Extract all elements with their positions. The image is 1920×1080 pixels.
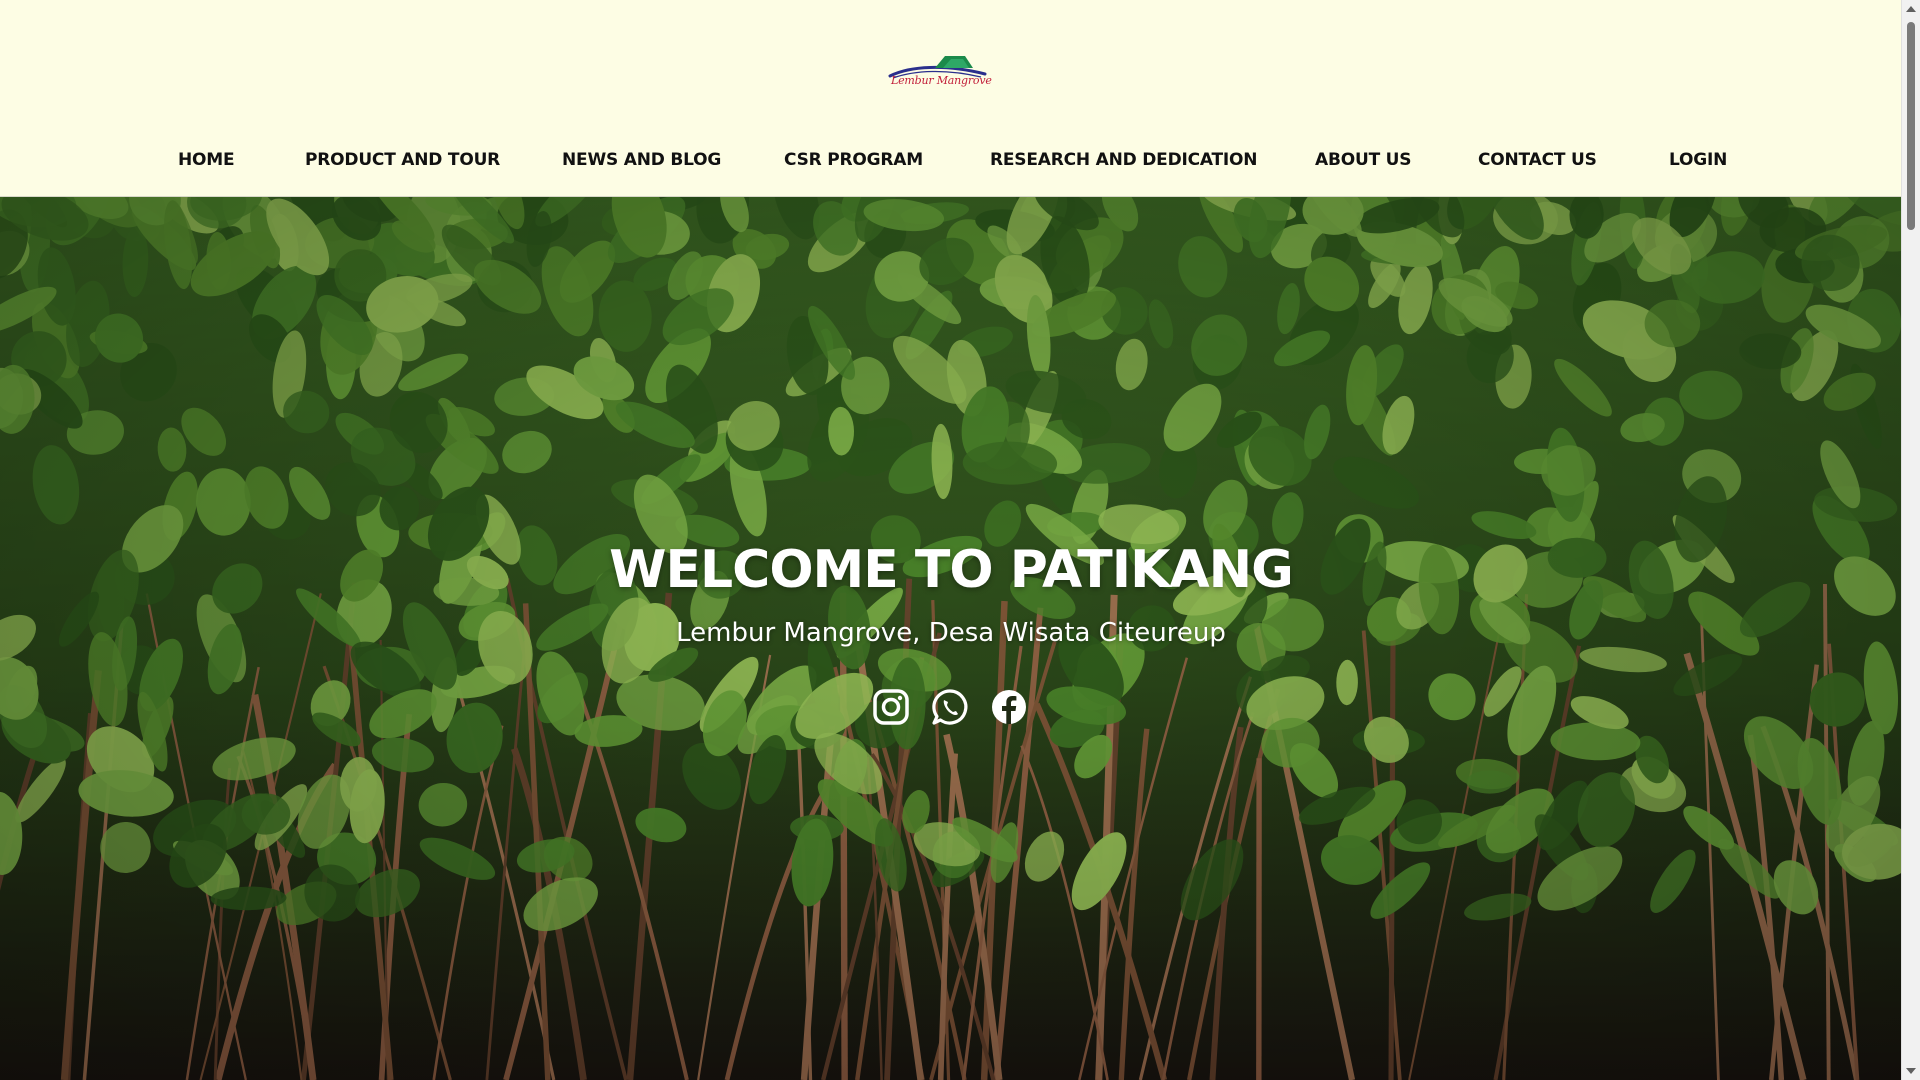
scroll-thumb[interactable] — [1907, 22, 1915, 230]
main-nav: HOME PRODUCT AND TOUR NEWS AND BLOG CSR … — [0, 150, 1902, 180]
scroll-up-arrow-icon[interactable] — [1906, 6, 1916, 12]
hero-title: WELCOME TO PATIKANG — [609, 540, 1294, 600]
nav-home[interactable]: HOME — [178, 150, 235, 170]
nav-research-and-dedication[interactable]: RESEARCH AND DEDICATION — [990, 150, 1258, 170]
nav-contact-us[interactable]: CONTACT US — [1478, 150, 1597, 170]
facebook-link[interactable] — [989, 687, 1029, 727]
scroll-down-arrow-icon[interactable] — [1906, 1068, 1916, 1074]
facebook-icon — [992, 690, 1026, 724]
hero-banner: WELCOME TO PATIKANG Lembur Mangrove, Des… — [0, 197, 1902, 1080]
site-header: Lembur Mangrove HOME PRODUCT AND TOUR NE… — [0, 0, 1902, 197]
nav-about-us[interactable]: ABOUT US — [1315, 150, 1412, 170]
nav-product-and-tour[interactable]: PRODUCT AND TOUR — [305, 150, 500, 170]
instagram-link[interactable] — [871, 687, 911, 727]
logo-text: Lembur Mangrove — [891, 74, 992, 87]
whatsapp-icon — [932, 689, 968, 725]
logo-mark-icon — [888, 56, 987, 79]
nav-csr-program[interactable]: CSR PROGRAM — [784, 150, 923, 170]
page-scrollbar[interactable] — [1901, 0, 1920, 1080]
site-logo[interactable]: Lembur Mangrove — [885, 48, 995, 98]
nav-news-and-blog[interactable]: NEWS AND BLOG — [562, 150, 721, 170]
nav-login[interactable]: LOGIN — [1669, 150, 1727, 170]
hero-subtitle: Lembur Mangrove, Desa Wisata Citeureup — [676, 618, 1226, 648]
whatsapp-link[interactable] — [930, 687, 970, 727]
instagram-icon — [873, 689, 909, 725]
social-links — [871, 687, 1031, 729]
